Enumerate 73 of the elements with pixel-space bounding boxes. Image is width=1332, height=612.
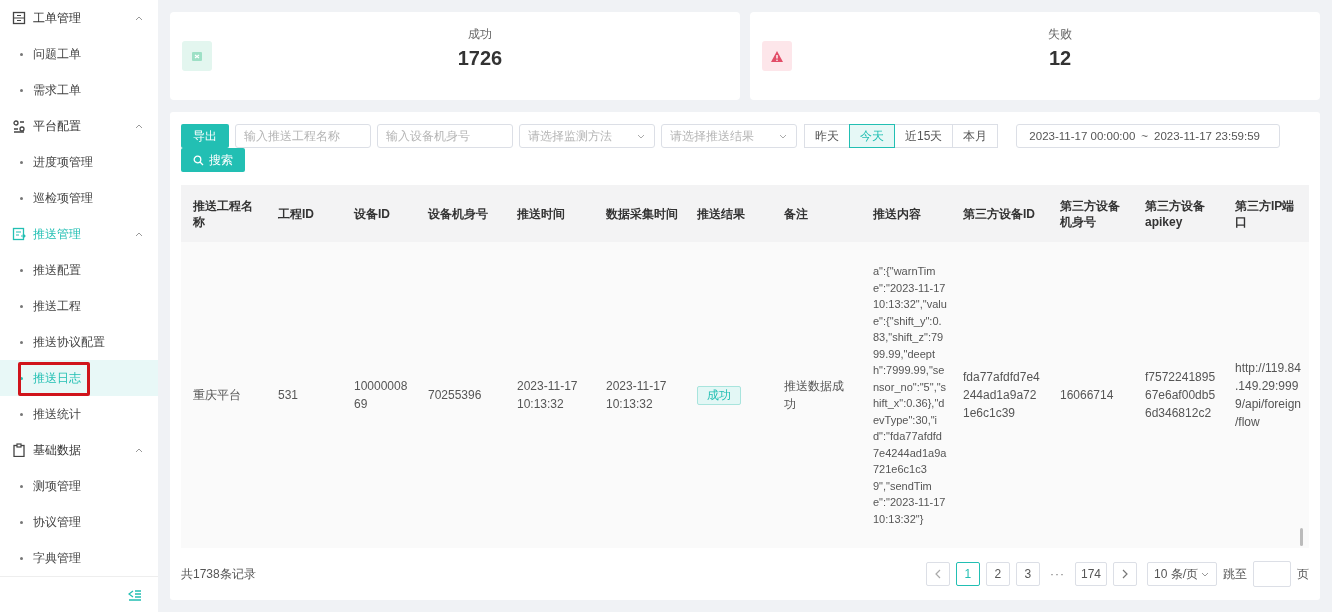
- table-cell: 1000000869: [342, 242, 416, 548]
- menu-item[interactable]: 测项管理: [0, 468, 158, 504]
- table-cell: 70255396: [416, 242, 505, 548]
- table-cell: fda77afdfd7e4244ad1a9a721e6c1c39: [951, 242, 1048, 548]
- select-field[interactable]: 请选择推送结果: [661, 124, 797, 148]
- collapse-menu-icon[interactable]: [128, 588, 142, 601]
- page-button[interactable]: 174: [1074, 562, 1107, 586]
- table-cell: f757224189567e6af00db56d346812c2: [1133, 242, 1223, 548]
- stat-value: 1726: [457, 47, 503, 70]
- menu-group[interactable]: 工单管理: [0, 0, 158, 36]
- clipboard-icon: [12, 443, 26, 457]
- menu-group[interactable]: 平台配置: [0, 108, 158, 144]
- total-count: 共1738条记录: [181, 565, 256, 583]
- menu-item[interactable]: 巡检项管理: [0, 180, 158, 216]
- stat-value: 12: [1048, 47, 1072, 70]
- table-cell: 2023-11-17 10:13:32: [594, 242, 685, 548]
- table-cell: 推送数据成功: [772, 242, 861, 548]
- stat-label: 成功: [468, 26, 492, 43]
- search-icon: [193, 154, 204, 166]
- menu-item[interactable]: 推送统计: [0, 396, 158, 432]
- page-button[interactable]: 2: [985, 562, 1010, 586]
- column-header: 第三方IP端口: [1223, 185, 1309, 242]
- previous-page-button[interactable]: [925, 562, 950, 586]
- menu-item[interactable]: 推送工程: [0, 288, 158, 324]
- jump-label: 跳至: [1223, 565, 1247, 583]
- menu-item[interactable]: 字典管理: [0, 540, 158, 576]
- menu-item[interactable]: 问题工单: [0, 36, 158, 72]
- column-header: 推送结果: [685, 185, 772, 242]
- column-header: 第三方设备机身号: [1048, 185, 1133, 242]
- status-tag: 成功: [697, 385, 741, 405]
- chevron-left-icon: [934, 569, 941, 579]
- table-cell: 2023-11-17 10:13:32: [505, 242, 594, 548]
- next-page-button[interactable]: [1113, 562, 1137, 586]
- column-header: 设备ID: [342, 185, 416, 242]
- menu-item[interactable]: 进度项管理: [0, 144, 158, 180]
- column-header: 备注: [772, 185, 861, 242]
- column-header: 推送内容: [861, 185, 951, 242]
- date-range-field[interactable]: 2023-11-17 00:00:00 ~ 2023-11-17 23:59:59: [1016, 124, 1281, 148]
- table-cell: 531: [266, 242, 342, 548]
- menu-item[interactable]: 协议管理: [0, 504, 158, 540]
- stat-label: 失败: [1048, 26, 1072, 43]
- column-header: 设备机身号: [416, 185, 505, 242]
- page-button[interactable]: 3: [1015, 562, 1040, 586]
- page-size-select[interactable]: 10 条/页: [1147, 562, 1217, 586]
- date-preset-tab[interactable]: 本月: [952, 124, 999, 148]
- menu-item[interactable]: 推送配置: [0, 252, 158, 288]
- table-cell: 16066714: [1048, 242, 1133, 548]
- select-field[interactable]: 请选择监测方法: [519, 124, 655, 148]
- column-header: 推送时间: [505, 185, 594, 242]
- column-header: 第三方设备ID: [951, 185, 1048, 242]
- chevron-down-icon: [778, 132, 788, 141]
- page-unit-label: 页: [1297, 565, 1309, 583]
- column-header: 第三方设备apikey: [1133, 185, 1223, 242]
- date-preset-tab[interactable]: 昨天: [804, 124, 850, 148]
- page-input[interactable]: [1253, 561, 1291, 587]
- input-field[interactable]: 输入推送工程名称: [235, 124, 371, 148]
- scrollbar[interactable]: [1300, 528, 1303, 546]
- input-field[interactable]: 输入设备机身号: [377, 124, 513, 148]
- column-header: 工程ID: [266, 185, 342, 242]
- table-cell: http://119.84.149.29:9999/api/foreign/flow: [1223, 242, 1309, 548]
- menu-item[interactable]: 推送协议配置: [0, 324, 158, 360]
- chevron-right-icon: [1122, 569, 1128, 579]
- column-header: 推送工程名称: [181, 185, 266, 242]
- chevron-down-icon: [636, 132, 646, 141]
- date-preset-tab[interactable]: 近15天: [894, 124, 954, 148]
- column-header: 数据采集时间: [594, 185, 685, 242]
- table-cell: 重庆平台: [181, 242, 266, 548]
- form-icon: [12, 11, 26, 25]
- ellipsis[interactable]: ···: [1045, 567, 1069, 581]
- menu-group[interactable]: 基础数据: [0, 432, 158, 468]
- settings-icon: [12, 119, 26, 133]
- table-cell: a":{"warnTime":"2023-11-17 10:13:32","value":{"shift_y":0.83,"shift_z":7999.99,"deepth":7999.99,"sensor_no":"5","shift_x":0.36},"devType":30,"id":"fda77afdfd7e4244ad1a9a721e6c1c39","sendTime":"2023-11-17 10:13:32"}: [861, 242, 951, 548]
- menu-item[interactable]: 需求工单: [0, 72, 158, 108]
